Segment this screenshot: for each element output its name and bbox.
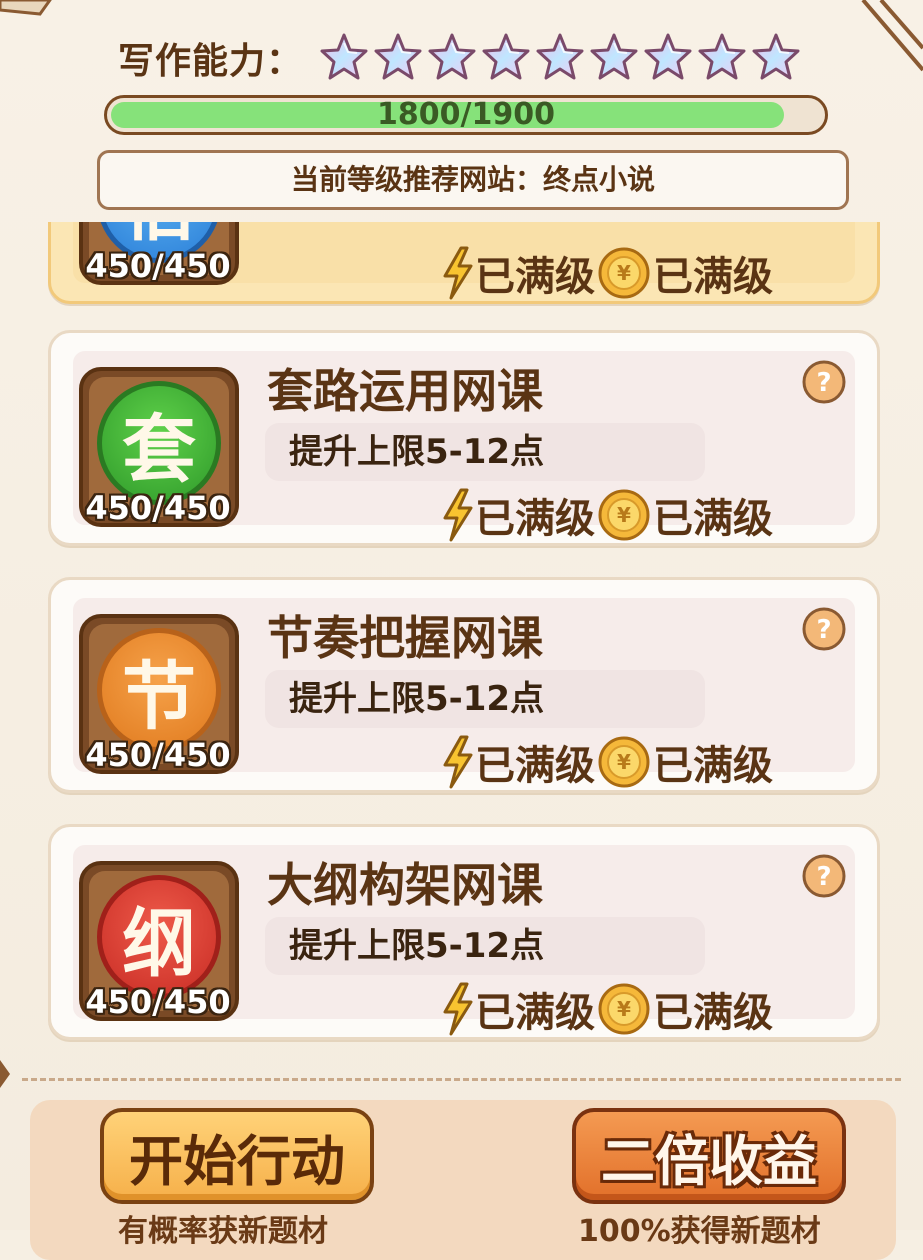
course-description: 提升上限5-12点: [265, 917, 705, 975]
course-icon-badge: 纲: [97, 875, 221, 999]
corner-stripe-decoration: [861, 0, 923, 72]
energy-status-text: 已满级: [475, 496, 595, 542]
course-icon-frame: 套 450/450: [79, 367, 239, 527]
energy-bolt-icon: [443, 246, 473, 300]
upgrade-status-row: 已满级 ¥ 已满级: [441, 485, 773, 545]
coin-icon: ¥: [598, 489, 650, 541]
svg-text:¥: ¥: [617, 997, 631, 1021]
help-question-icon[interactable]: ?: [801, 359, 847, 405]
course-title: 大纲构架网课: [267, 858, 543, 912]
recommended-site-banner: 当前等级推荐网站：终点小说: [97, 150, 849, 210]
rating-star-icon: [536, 33, 584, 80]
coin-status-text: 已满级: [653, 743, 773, 789]
coin-icon: ¥: [598, 983, 650, 1035]
coin-status-text: 已满级: [653, 496, 773, 542]
upgrade-status-row: 已满级 ¥ 已满级: [441, 732, 773, 792]
svg-text:¥: ¥: [617, 503, 631, 527]
rating-star-icon: [752, 33, 800, 80]
course-count: 450/450: [85, 983, 231, 1021]
exp-progress-bar: 1800/1900: [104, 95, 828, 135]
course-card[interactable]: 纲 450/450 大纲构架网课 ? 提升上限5-12点 已满级 ¥ 已满级: [48, 824, 880, 1040]
help-question-icon[interactable]: ?: [801, 853, 847, 899]
course-description: 提升上限5-12点: [265, 423, 705, 481]
coin-status-text: 已满级: [653, 254, 773, 300]
rating-star-icon: [428, 33, 476, 80]
ability-label: 写作能力：: [118, 41, 304, 82]
rating-star-icon: [644, 33, 692, 80]
upgrade-status-row: 已满级 ¥ 已满级: [441, 979, 773, 1039]
svg-text:?: ?: [816, 368, 831, 398]
double-reward-button[interactable]: 二倍收益: [572, 1108, 846, 1204]
help-question-icon[interactable]: ?: [801, 606, 847, 652]
course-count: 450/450: [85, 489, 231, 527]
svg-text:?: ?: [816, 615, 831, 645]
energy-status-text: 已满级: [475, 254, 595, 300]
svg-text:¥: ¥: [617, 261, 631, 285]
upgrade-status-row: 已满级 ¥ 已满级: [441, 243, 773, 303]
course-icon-frame: 宿 450/450: [79, 222, 239, 285]
course-card[interactable]: 宿 450/450 已满级 ¥ 已满级: [48, 222, 880, 304]
course-icon-frame: 纲 450/450: [79, 861, 239, 1021]
writing-ability-row: 写作能力：: [118, 30, 803, 86]
course-icon-frame: 节 450/450: [79, 614, 239, 774]
energy-bolt-icon: [443, 982, 473, 1036]
course-count: 450/450: [85, 247, 231, 285]
course-title: 套路运用网课: [267, 364, 543, 418]
star-rating: [317, 31, 803, 85]
coin-icon: ¥: [598, 247, 650, 299]
course-icon-badge: 套: [97, 381, 221, 505]
rating-star-icon: [698, 33, 746, 80]
left-edge-decoration: [0, 1060, 10, 1088]
rating-star-icon: [320, 33, 368, 80]
exp-progress-text: 1800/1900: [377, 97, 555, 132]
course-list[interactable]: 宿 450/450 已满级 ¥ 已满级 套 450/450 套路运用网课 ?: [0, 222, 923, 1060]
energy-status-text: 已满级: [475, 990, 595, 1036]
rating-star-icon: [482, 33, 530, 80]
start-action-button[interactable]: 开始行动: [100, 1108, 374, 1204]
coin-status-text: 已满级: [653, 990, 773, 1036]
coin-icon: ¥: [598, 736, 650, 788]
course-count: 450/450: [85, 736, 231, 774]
svg-text:¥: ¥: [617, 750, 631, 774]
energy-bolt-icon: [443, 488, 473, 542]
corner-decoration: [0, 0, 52, 16]
svg-text:?: ?: [816, 862, 831, 892]
course-card[interactable]: 节 450/450 节奏把握网课 ? 提升上限5-12点 已满级 ¥ 已满级: [48, 577, 880, 793]
double-reward-hint: 100%获得新题材: [578, 1214, 821, 1249]
course-icon-badge: 节: [97, 628, 221, 752]
energy-status-text: 已满级: [475, 743, 595, 789]
rating-star-icon: [374, 33, 422, 80]
course-description: 提升上限5-12点: [265, 670, 705, 728]
course-title: 节奏把握网课: [267, 611, 543, 665]
course-card[interactable]: 套 450/450 套路运用网课 ? 提升上限5-12点 已满级 ¥ 已满级: [48, 330, 880, 546]
section-divider: [22, 1078, 901, 1081]
energy-bolt-icon: [443, 735, 473, 789]
start-action-hint: 有概率获新题材: [118, 1214, 328, 1249]
rating-star-icon: [590, 33, 638, 80]
